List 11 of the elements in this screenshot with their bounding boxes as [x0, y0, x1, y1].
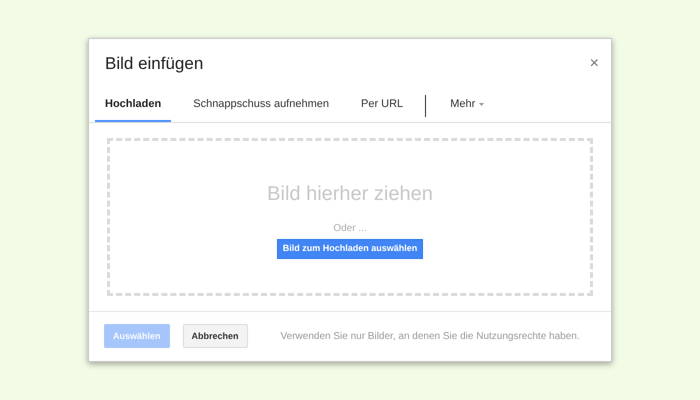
close-button[interactable]: ×: [590, 56, 599, 72]
caret-icon: [479, 103, 484, 106]
tab[interactable]: Schnappschuss aufnehmen: [183, 90, 339, 122]
cancel-button[interactable]: Abbrechen: [182, 324, 248, 348]
tab[interactable]: Hochladen: [95, 90, 172, 122]
dialog-title: Bild einfügen: [105, 53, 204, 75]
upload-button[interactable]: Bild zum Hochladen auswählen: [276, 238, 424, 258]
more-menu[interactable]: Mehr: [440, 90, 494, 122]
usage-note: Verwenden Sie nur Bilder, an denen Sie die Nutzungsrechte haben.: [280, 330, 580, 344]
tab[interactable]: Per URL: [351, 90, 414, 122]
separator-text: Oder ...: [333, 222, 367, 236]
